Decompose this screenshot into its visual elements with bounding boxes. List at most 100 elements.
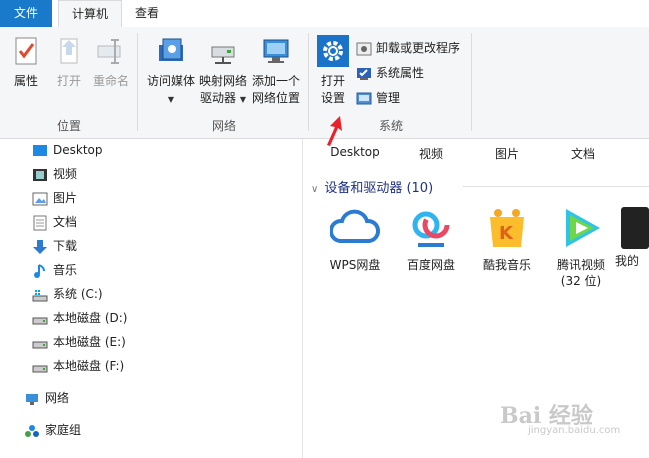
divider [308, 33, 309, 131]
nav-item-label: 系统 (C:) [53, 287, 103, 301]
nav-item-label: 音乐 [53, 263, 78, 277]
tencent-video-icon [556, 203, 606, 253]
app-icon [615, 203, 649, 253]
nav-item-network[interactable]: 网络 [24, 387, 69, 409]
app-kuwo-music[interactable]: K 酷我音乐 [467, 203, 547, 273]
nav-item-drive-f[interactable]: 本地磁盘 (F:) [32, 355, 124, 377]
system-properties-button[interactable]: 系统属性 [356, 62, 424, 84]
tab-file[interactable]: 文件 [0, 0, 52, 27]
map-drive-label-1: 映射网络 [198, 74, 247, 88]
folder-documents[interactable]: 文档 [551, 145, 615, 162]
drive-icon [32, 311, 48, 327]
system-properties-icon [356, 66, 372, 82]
app-label-sub: (32 位) [560, 274, 602, 288]
open-button[interactable]: 打开 [50, 35, 88, 90]
open-label: 打开 [56, 74, 81, 88]
rename-label: 重命名 [92, 74, 129, 88]
nav-item-label: Desktop [53, 143, 103, 157]
manage-button[interactable]: 管理 [356, 87, 400, 109]
nav-item-drive-c[interactable]: 系统 (C:) [32, 283, 103, 305]
svg-text:K: K [499, 223, 514, 244]
nav-item-label: 文档 [53, 215, 78, 229]
app-partial[interactable]: 我的 [615, 203, 649, 269]
properties-icon [10, 35, 42, 67]
app-label: 百度网盘 [406, 258, 455, 272]
nav-item-homegroup[interactable]: 家庭组 [24, 419, 81, 441]
map-drive-label-2: 驱动器 [200, 91, 237, 105]
devices-section-title: 设备和驱动器 (10) [324, 181, 434, 196]
chevron-down-icon: ∨ [311, 184, 319, 195]
app-label: 我的 [615, 254, 640, 268]
access-media-button[interactable]: 访问媒体 ▼ [143, 35, 199, 108]
kuwo-music-icon: K [482, 203, 532, 253]
drive-icon [32, 359, 48, 375]
uninstall-button[interactable]: 卸载或更改程序 [356, 37, 460, 59]
nav-item-label: 本地磁盘 (D:) [53, 311, 128, 325]
system-properties-label: 系统属性 [376, 66, 425, 80]
open-settings-button[interactable]: 打开 设置 [314, 35, 352, 107]
app-wps-drive[interactable]: WPS网盘 [315, 203, 395, 273]
app-label: WPS网盘 [329, 258, 381, 272]
dropdown-caret-icon: ▼ [167, 95, 175, 104]
nav-item-downloads[interactable]: 下载 [32, 235, 77, 257]
homegroup-icon [24, 423, 40, 439]
content-pane: Desktop 视频 图片 文档 ∨ 设备和驱动器 (10) WPS网盘 百度网盘… [303, 139, 649, 458]
open-icon [53, 35, 85, 67]
manage-label: 管理 [376, 91, 401, 105]
nav-item-drive-d[interactable]: 本地磁盘 (D:) [32, 307, 127, 329]
navigation-pane: Desktop 视频 图片 文档 下载 音乐 系统 (C:) 本地磁盘 (D:)… [0, 139, 303, 458]
manage-icon [356, 91, 372, 107]
app-baidu-drive[interactable]: 百度网盘 [391, 203, 471, 273]
group-location: 属性 打开 重命名 位置 [0, 27, 138, 138]
rename-button[interactable]: 重命名 [90, 35, 132, 90]
network-location-icon [260, 35, 292, 67]
open-settings-label-2: 设置 [320, 91, 345, 105]
properties-label: 属性 [13, 74, 38, 88]
folder-pictures[interactable]: 图片 [475, 145, 539, 162]
add-location-label-1: 添加一个 [251, 74, 300, 88]
properties-button[interactable]: 属性 [6, 35, 46, 90]
settings-gear-icon [317, 35, 349, 67]
nav-item-label: 本地磁盘 (F:) [53, 359, 125, 373]
access-media-label: 访问媒体 [146, 74, 195, 88]
picture-icon [32, 191, 48, 207]
app-label: 腾讯视频 [556, 258, 605, 272]
baidu-netdisk-icon [406, 203, 456, 253]
nav-item-pictures[interactable]: 图片 [32, 187, 77, 209]
media-icon [155, 35, 187, 67]
programs-icon [356, 41, 372, 57]
app-tencent-video[interactable]: 腾讯视频 (32 位) [541, 203, 621, 289]
group-location-label: 位置 [56, 119, 81, 133]
nav-item-label: 家庭组 [45, 423, 82, 437]
nav-item-label: 本地磁盘 (E:) [53, 335, 126, 349]
tab-view[interactable]: 查看 [124, 0, 170, 27]
nav-item-video[interactable]: 视频 [32, 163, 77, 185]
nav-item-desktop[interactable]: Desktop [32, 139, 103, 161]
cloud-icon [329, 203, 380, 253]
group-network-label: 网络 [211, 119, 236, 133]
uninstall-label: 卸载或更改程序 [376, 41, 461, 55]
system-drive-icon [32, 287, 48, 303]
devices-section-header[interactable]: ∨ 设备和驱动器 (10) [311, 177, 433, 196]
divider [471, 33, 472, 131]
dropdown-caret-icon: ▼ [239, 95, 246, 104]
watermark-url: jingyan.baidu.com [528, 425, 621, 436]
nav-item-music[interactable]: 音乐 [32, 259, 77, 281]
nav-item-drive-e[interactable]: 本地磁盘 (E:) [32, 331, 126, 353]
desktop-icon [32, 143, 48, 159]
add-location-label-2: 网络位置 [251, 91, 300, 105]
video-icon [32, 167, 48, 183]
tab-computer[interactable]: 计算机 [58, 0, 122, 29]
add-network-location-button[interactable]: 添加一个 网络位置 [249, 35, 303, 107]
open-settings-label-1: 打开 [320, 74, 345, 88]
nav-item-label: 下载 [53, 239, 78, 253]
map-network-drive-button[interactable]: 映射网络 驱动器 ▼ [197, 35, 249, 108]
drive-icon [32, 335, 48, 351]
nav-item-documents[interactable]: 文档 [32, 211, 77, 233]
music-icon [32, 263, 48, 279]
folder-video[interactable]: 视频 [399, 145, 463, 162]
rename-icon [95, 35, 127, 67]
document-icon [32, 215, 48, 231]
nav-item-label: 网络 [45, 391, 70, 405]
group-network: 访问媒体 ▼ 映射网络 驱动器 ▼ 添加一个 网络位置 网络 [139, 27, 309, 138]
